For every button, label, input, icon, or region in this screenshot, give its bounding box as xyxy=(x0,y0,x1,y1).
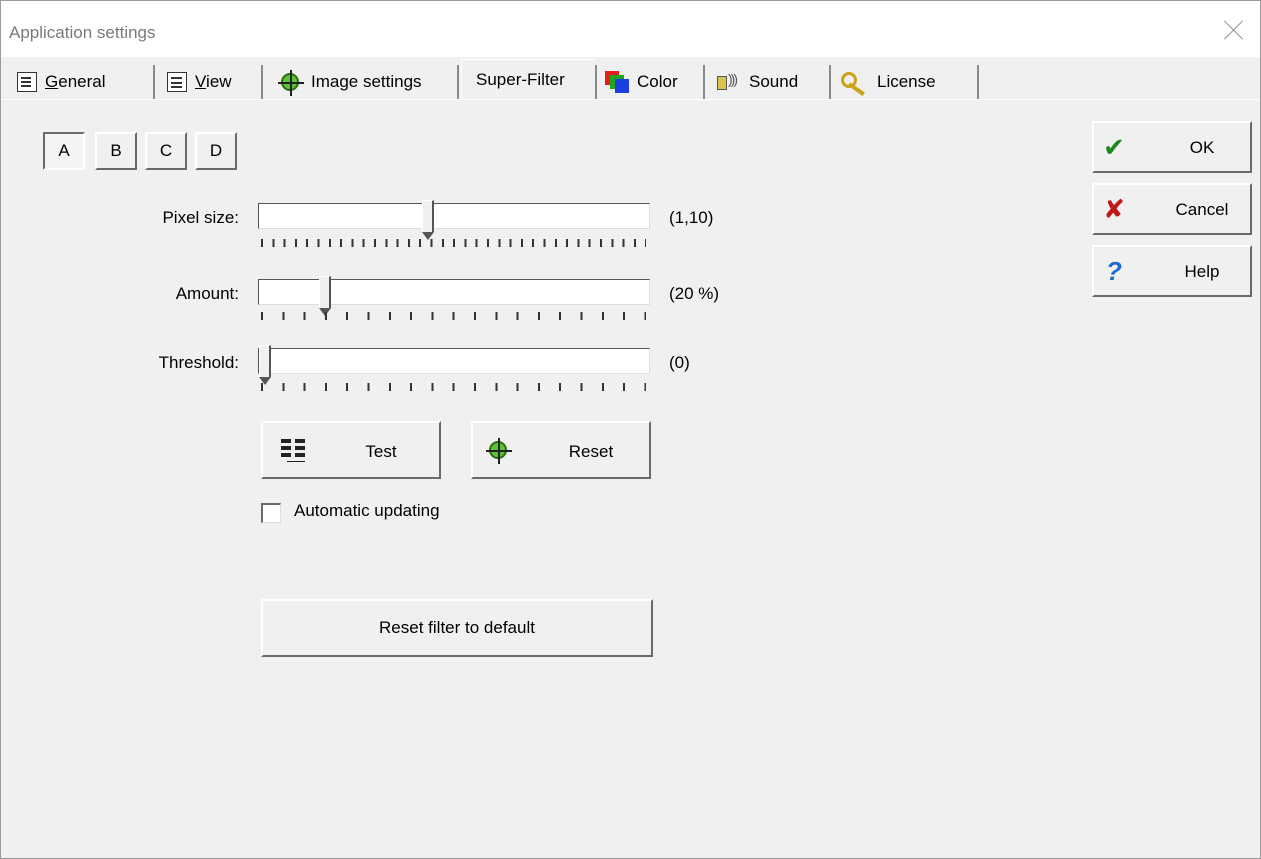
ok-button[interactable]: ✔ OK xyxy=(1092,121,1252,173)
amount-thumb[interactable] xyxy=(319,276,331,316)
pixel-size-slider[interactable] xyxy=(258,200,650,240)
amount-slider[interactable] xyxy=(258,276,650,316)
general-icon xyxy=(17,72,37,92)
threshold-slider[interactable] xyxy=(258,345,650,385)
amount-ticks xyxy=(261,312,646,320)
question-mark-icon: ? xyxy=(1106,256,1122,286)
cancel-label: Cancel xyxy=(1175,200,1229,219)
preset-a-button[interactable]: A xyxy=(43,132,85,170)
help-label: Help xyxy=(1184,262,1220,281)
preset-c-button[interactable]: C xyxy=(145,132,187,170)
speaker-icon xyxy=(715,71,741,92)
preset-d-button[interactable]: D xyxy=(195,132,237,170)
automatic-updating-checkbox[interactable] xyxy=(261,503,281,523)
key-icon xyxy=(841,72,869,92)
tab-general-mnemonic: G xyxy=(45,72,59,91)
tab-image-settings[interactable]: Image settings xyxy=(269,65,459,99)
threshold-value: (0) xyxy=(669,353,690,372)
tab-sound-label: Sound xyxy=(749,72,799,91)
tab-super-filter-label: Super-Filter xyxy=(476,70,565,89)
reset-label: Reset xyxy=(568,442,614,461)
amount-value: (20 %) xyxy=(669,284,720,303)
cancel-button[interactable]: ✘ Cancel xyxy=(1092,183,1252,235)
window-title: Application settings xyxy=(9,23,156,42)
tab-view[interactable]: View xyxy=(159,65,263,99)
test-label: Test xyxy=(365,442,397,461)
preset-b-button[interactable]: B xyxy=(95,132,137,170)
color-icon xyxy=(605,71,629,93)
tab-general[interactable]: General xyxy=(9,65,155,99)
bug-icon xyxy=(278,70,304,96)
pixel-size-ticks xyxy=(261,239,646,247)
help-button[interactable]: ? Help xyxy=(1092,245,1252,297)
cross-icon: ✘ xyxy=(1103,194,1125,224)
tab-color-label: Color xyxy=(637,72,678,91)
ok-label: OK xyxy=(1189,138,1215,157)
tab-license[interactable]: License xyxy=(833,65,979,99)
tab-sound[interactable]: Sound xyxy=(707,65,831,99)
pixel-size-thumb[interactable] xyxy=(422,200,434,240)
tab-general-label: eneral xyxy=(58,72,106,91)
settings-dialog: Application settings General View Image … xyxy=(0,0,1261,859)
title-bar: Application settings xyxy=(1,1,1260,57)
checkmark-icon: ✔ xyxy=(1103,132,1125,162)
automatic-updating-label: Automatic updating xyxy=(294,501,440,520)
amount-label: Amount: xyxy=(175,284,239,303)
tab-view-mnemonic: V xyxy=(195,72,207,91)
reset-button[interactable]: Reset xyxy=(471,421,651,479)
threshold-thumb[interactable] xyxy=(259,345,271,385)
reset-filter-default-button[interactable]: Reset filter to default xyxy=(261,599,653,657)
threshold-label: Threshold: xyxy=(158,353,239,372)
test-icon xyxy=(281,437,307,463)
pixel-size-label: Pixel size: xyxy=(162,208,239,227)
tab-super-filter[interactable]: Super-Filter xyxy=(461,59,595,100)
tab-view-label: iew xyxy=(206,72,232,91)
test-button[interactable]: Test xyxy=(261,421,441,479)
tab-color[interactable]: Color xyxy=(595,65,705,99)
close-icon[interactable] xyxy=(1223,19,1245,41)
tab-license-label: License xyxy=(877,72,936,91)
bug-icon xyxy=(486,438,512,464)
pixel-size-value: (1,10) xyxy=(669,208,714,227)
threshold-ticks xyxy=(261,383,646,391)
view-icon xyxy=(167,72,187,92)
tab-image-settings-label: Image settings xyxy=(311,72,422,91)
